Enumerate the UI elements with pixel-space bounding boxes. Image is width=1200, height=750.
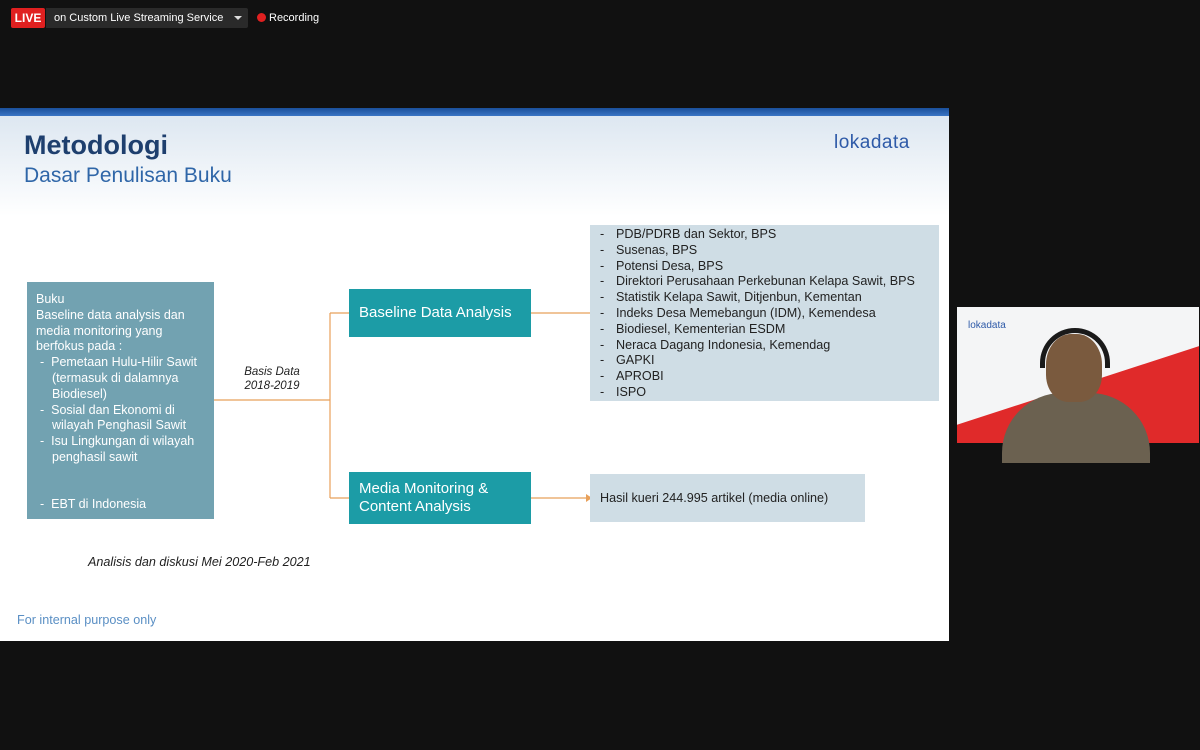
basis-data-label: Basis Data 2018-2019: [244, 366, 300, 392]
source-item: - APROBI: [600, 369, 664, 384]
book-focus-box: Buku Baseline data analysis dan media mo…: [27, 282, 214, 519]
focus-item: - EBT di Indonesia: [40, 496, 147, 511]
focus-item: - Pemetaan Hulu-Hilir Sawit (termasuk di…: [40, 355, 197, 401]
stream-service-label: on Custom Live Streaming Service: [54, 12, 224, 24]
source-item: - Potensi Desa, BPS: [600, 258, 724, 273]
source-item: - Direktori Perusahaan Perkebunan Kelapa …: [600, 274, 915, 289]
shared-slide: Metodologi Dasar Penulisan Buku lokadata…: [0, 108, 949, 641]
media-result-box: Hasil kueri 244.995 artikel (media onlin…: [590, 474, 865, 522]
focus-item: - Sosial dan Ekonomi di wilayah Penghasi…: [40, 402, 187, 433]
source-item: - PDB/PDRB dan Sektor, BPS: [600, 227, 777, 241]
source-item: - Statistik Kelapa Sawit, Ditjenbun, Keme…: [600, 290, 862, 305]
recording-label: Recording: [269, 12, 320, 24]
source-item: - Biodiesel, Kementerian ESDM: [600, 321, 786, 336]
source-item: - Indeks Desa Memebangun (IDM), Kemendesa: [600, 305, 876, 320]
recording-indicator: Recording: [257, 8, 319, 28]
focus-item: - Isu Lingkungan di wilayah penghasil sa…: [40, 434, 195, 464]
media-monitoring-box: Media Monitoring & Content Analysis: [349, 472, 531, 524]
source-item: - Susenas, BPS: [600, 242, 698, 257]
recording-dot-icon: [257, 13, 266, 22]
baseline-analysis-box: Baseline Data Analysis: [349, 289, 531, 337]
data-sources-box: - PDB/PDRB dan Sektor, BPS - Susenas, BPS …: [590, 225, 939, 401]
camera-logo: lokadata: [968, 320, 1006, 331]
slide-footer: For internal purpose only: [17, 613, 157, 627]
source-item: - Neraca Dagang Indonesia, Kemendag: [600, 337, 831, 352]
chevron-down-icon: [234, 16, 242, 20]
book-intro: Baseline data analysis dan media monitor…: [36, 307, 185, 354]
source-item: - GAPKI: [600, 353, 655, 368]
live-badge: LIVE: [11, 8, 45, 28]
source-item: - ISPO: [600, 384, 647, 399]
book-heading: Buku: [36, 292, 65, 306]
analysis-note: Analisis dan diskusi Mei 2020-Feb 2021: [88, 555, 311, 569]
stream-service-dropdown[interactable]: on Custom Live Streaming Service: [46, 8, 248, 28]
